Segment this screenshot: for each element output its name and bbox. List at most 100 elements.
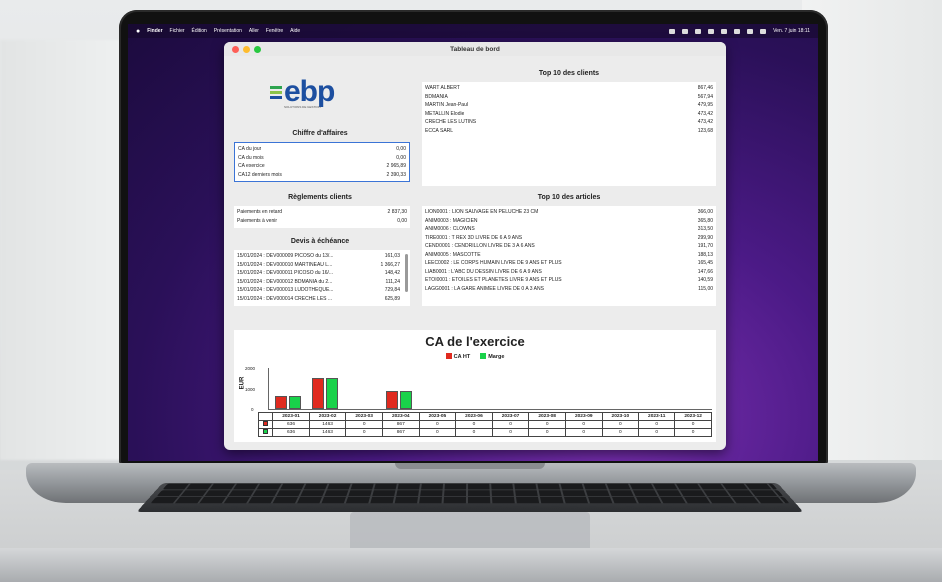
client-row[interactable]: CRECHE LES LUTINS 473,42 xyxy=(422,118,716,127)
bluetooth-icon[interactable] xyxy=(708,28,715,34)
x-tick-label: 2023-06 xyxy=(455,412,493,421)
chart-data-table: 2023-01 2023-02 2023-03 2023-04 2023-05 2023-… xyxy=(257,412,712,437)
menu-edition[interactable]: Édition xyxy=(192,28,207,34)
control-center-icon[interactable] xyxy=(760,28,767,34)
data-label: 0 xyxy=(674,428,712,437)
window-title: Tableau de bord xyxy=(450,45,500,53)
battery-icon[interactable] xyxy=(721,28,728,34)
menu-aide[interactable]: Aide xyxy=(290,28,300,34)
article-row[interactable]: ANIM0003 : MAGICIEN 365,80 xyxy=(422,217,716,226)
reglement-row[interactable]: Paiements à venir 0,00 xyxy=(234,217,410,226)
ca-row[interactable]: CA12 derniers mois 2 390,33 xyxy=(235,171,409,180)
bar-ca-ht-2023-04[interactable] xyxy=(385,390,398,409)
menu-presentation[interactable]: Présentation xyxy=(214,28,242,34)
ca-row[interactable]: CA du jour 0,00 xyxy=(235,145,409,154)
client-row[interactable]: MARTIN Jean-Paul 479,95 xyxy=(422,101,716,110)
menu-fichier[interactable]: Fichier xyxy=(170,28,185,34)
data-label: 636 xyxy=(272,428,310,437)
data-label: 0 xyxy=(528,420,566,429)
laptop-notch-lip xyxy=(395,463,545,469)
devis-panel: 15/01/2024 : DEV000009 PICOSO du 13/... 1… xyxy=(234,250,410,306)
x-tick-label: 2023-09 xyxy=(564,412,603,421)
data-label: 0 xyxy=(601,420,640,429)
dashboard-window: Tableau de bord ebp SOLUTIONS DE GESTION… xyxy=(224,42,726,450)
devis-row[interactable]: 15/01/2024 : DEV000013 LUDOTHEQUE... 729,… xyxy=(234,286,403,295)
data-label: 0 xyxy=(491,420,530,429)
menu-clock[interactable]: Ven. 7 juin 18:11 xyxy=(773,28,810,34)
data-label: 0 xyxy=(345,428,383,437)
top-clients-title: Top 10 des clients xyxy=(538,70,600,77)
x-tick-label: 2023-07 xyxy=(491,412,530,421)
ca-exercice-chart: CA de l'exercice CA HT Marge EUR 2000 10… xyxy=(234,330,716,442)
devis-row[interactable]: 15/01/2024 : DEV000014 CRECHE LES ... 625… xyxy=(234,295,403,304)
article-row[interactable]: LEEC0002 : LE CORPS HUMAIN LIVRE DE 9 AN… xyxy=(422,259,716,268)
x-tick-label: 2023-04 xyxy=(381,412,420,421)
devis-row[interactable]: 15/01/2024 : DEV000011 PICOSO du 16/... 1… xyxy=(234,269,403,278)
laptop-screen: ● Finder Fichier Édition Présentation Al… xyxy=(128,24,818,461)
status-shield-icon[interactable] xyxy=(695,28,702,34)
top-articles-panel: LION0001 : LION SAUVAGE EN PELUCHE 23 CM… xyxy=(422,206,716,306)
devis-scrollbar[interactable] xyxy=(405,254,408,292)
y-tick: 1000 xyxy=(245,387,256,392)
client-row[interactable]: BDMANIA 567,94 xyxy=(422,93,716,102)
article-row[interactable]: ETOI0001 : ETOILES ET PLANETES LIVRE 9 A… xyxy=(422,276,716,285)
data-label: 0 xyxy=(455,420,493,429)
x-tick-label: 2023-12 xyxy=(674,412,712,421)
devis-row[interactable]: 15/01/2024 : DEV000009 PICOSO du 13/... 1… xyxy=(234,252,403,261)
y-tick: 0 xyxy=(251,407,254,412)
reglements-panel: Paiements en retard 2 837,30 Paiements à … xyxy=(234,206,410,228)
bar-marge-2023-01[interactable] xyxy=(288,395,301,409)
article-row[interactable]: LAGG0001 : LA GARE ANIMEE LIVRE DE 0 A 3… xyxy=(422,285,716,294)
desk-front-edge xyxy=(0,548,942,582)
article-row[interactable]: TIRE0001 : T REX 3D LIVRE DE 6 A 9 ANS 29… xyxy=(422,234,716,243)
top-clients-panel: WART ALBERT 867,46 BDMANIA 567,94 MARTIN J… xyxy=(422,82,716,186)
top-articles-title: Top 10 des articles xyxy=(537,194,601,201)
x-tick-label: 2023-10 xyxy=(601,412,640,421)
data-label: 0 xyxy=(418,420,457,429)
article-row[interactable]: ANIM0006 : CLOWNS 313,50 xyxy=(422,225,716,234)
data-label: 0 xyxy=(601,428,640,437)
series-chip-ca xyxy=(257,420,274,429)
menu-fenetre[interactable]: Fenêtre xyxy=(266,28,283,34)
bar-marge-2023-02[interactable] xyxy=(325,378,338,409)
menu-finder[interactable]: Finder xyxy=(147,28,162,34)
bar-marge-2023-04[interactable] xyxy=(399,390,412,409)
data-label: 867 xyxy=(381,420,420,429)
ca-panel: CA du jour 0,00 CA du mois 0,00 CA exercic… xyxy=(234,142,410,182)
data-label: 0 xyxy=(345,420,383,429)
data-label: 0 xyxy=(455,428,493,437)
apple-icon[interactable]: ● xyxy=(136,28,140,35)
search-icon[interactable] xyxy=(747,28,754,34)
data-label: 0 xyxy=(564,428,603,437)
client-row[interactable]: ECCA SARL 123,68 xyxy=(422,127,716,136)
data-label: 636 xyxy=(272,420,310,429)
legend-item-ca: CA HT xyxy=(445,353,470,360)
client-row[interactable]: METALLIN Elodie 473,42 xyxy=(422,110,716,119)
article-row[interactable]: LIAB0001 : L'ABC DU DESSIN LIVRE DE 6 A … xyxy=(422,268,716,277)
ca-row[interactable]: CA exercice 2 965,89 xyxy=(235,162,409,171)
bar-ca-ht-2023-01[interactable] xyxy=(274,395,287,409)
wifi-icon[interactable] xyxy=(734,28,741,34)
x-tick-label: 2023-02 xyxy=(308,412,347,421)
article-row[interactable]: ANIM0005 : MASCOTTE 188,13 xyxy=(422,251,716,260)
article-row[interactable]: LION0001 : LION SAUVAGE EN PELUCHE 23 CM… xyxy=(422,208,716,217)
data-label: 0 xyxy=(638,428,676,437)
logo-text: ebp xyxy=(284,75,335,108)
status-sync-icon[interactable] xyxy=(682,28,689,34)
x-tick-label: 2023-08 xyxy=(528,412,566,421)
window-titlebar[interactable]: Tableau de bord xyxy=(224,42,726,56)
bar-ca-ht-2023-02[interactable] xyxy=(311,378,324,409)
data-label: 0 xyxy=(638,420,676,429)
menu-aller[interactable]: Aller xyxy=(249,28,259,34)
devis-row[interactable]: 15/01/2024 : DEV000010 MARTINEAU L... 1 3… xyxy=(234,261,403,270)
y-tick: 2000 xyxy=(245,366,256,371)
chart-plot-area xyxy=(268,368,712,410)
chart-legend: CA HT Marge xyxy=(234,353,716,360)
ca-row[interactable]: CA du mois 0,00 xyxy=(235,154,409,163)
devis-row[interactable]: 15/01/2024 : DEV000012 BDMANIA du 2... 11… xyxy=(234,278,403,287)
client-row[interactable]: WART ALBERT 867,46 xyxy=(422,84,716,93)
status-app-icon[interactable] xyxy=(669,28,676,34)
reglement-row[interactable]: Paiements en retard 2 837,30 xyxy=(234,208,410,217)
data-label: 867 xyxy=(381,428,420,437)
article-row[interactable]: CEND0001 : CENDRILLON LIVRE DE 3 A 6 ANS… xyxy=(422,242,716,251)
